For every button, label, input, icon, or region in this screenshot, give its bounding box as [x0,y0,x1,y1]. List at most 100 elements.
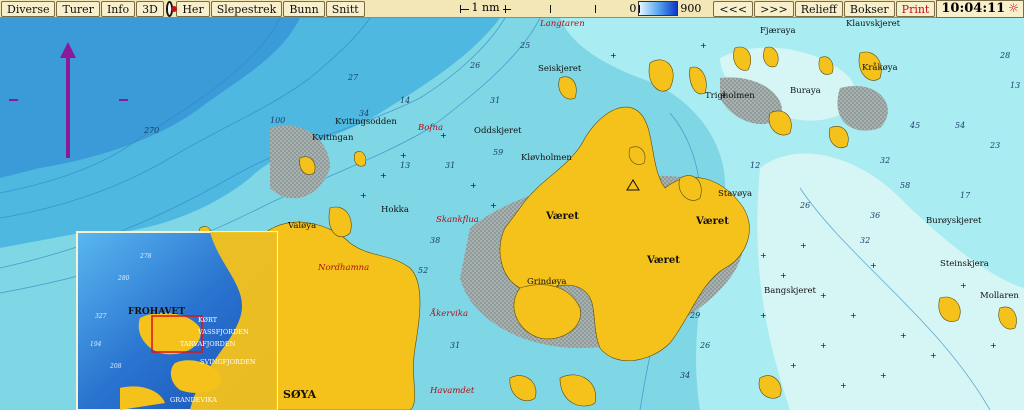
inset-label-vassfjorden: VASSFJORDEN [197,328,249,336]
label-grindoya: Grindøya [527,277,566,287]
bunn-button[interactable]: Bunn [283,0,325,17]
svg-text:26: 26 [699,341,710,350]
label-bangskjeret: Bangskjeret [764,286,817,296]
label-varet-3: Været [646,255,680,266]
svg-text:270: 270 [143,126,159,135]
svg-text:+: + [490,201,497,210]
label-buraya: Buraya [790,86,821,96]
svg-text:+: + [360,191,367,200]
svg-text:+: + [780,271,787,280]
svg-text:34: 34 [359,109,369,118]
label-bofna: Bofna [417,123,443,133]
svg-text:+: + [930,351,937,360]
label-klovholmen: Kløvholmen [521,153,572,163]
svg-text:+: + [820,341,827,350]
svg-text:+: + [850,311,857,320]
svg-text:52: 52 [418,266,428,275]
svg-text:32: 32 [880,156,890,165]
label-buroyskjeret: Burøyskjeret [926,216,982,226]
svg-text:+: + [700,41,707,50]
svg-text:36: 36 [870,211,880,220]
label-klauvskjeret: Klauvskjeret [846,19,901,29]
label-stavoya: Stavøya [718,189,752,199]
relief-button[interactable]: Relieff [794,0,843,17]
inset-label-frohavet: FROHAVET [128,307,185,317]
svg-text:+: + [900,331,907,340]
svg-text:+: + [870,261,877,270]
label-seiskjeret: Seiskjeret [538,64,582,74]
label-havamdet: Havamdet [429,386,475,396]
3d-button[interactable]: 3D [136,0,164,17]
inset-label-tarvafjorden: TARVAFJORDEN [180,340,236,348]
svg-text:+: + [790,361,797,370]
svg-text:23: 23 [989,141,1000,150]
svg-text:+: + [800,241,807,250]
svg-text:27: 27 [347,73,359,82]
svg-text:59: 59 [493,148,503,157]
info-button[interactable]: Info [100,0,136,17]
label-valoya: Valøya [287,221,316,231]
label-krakoya: Kråkøya [862,61,898,73]
depth-legend: 0 900 [629,1,701,16]
svg-text:208: 208 [109,363,122,370]
label-akervika: Åkervika [429,307,468,319]
svg-text:29: 29 [689,311,700,320]
svg-text:14: 14 [400,96,410,105]
svg-text:100: 100 [270,116,285,125]
her-button[interactable]: Her [176,0,210,17]
svg-text:54: 54 [955,121,965,130]
svg-text:12: 12 [750,161,760,170]
svg-text:+: + [470,181,477,190]
label-varet-2: Været [695,216,729,227]
label-kvitingsodden: Kvitingsodden [335,117,397,127]
svg-text:13: 13 [1010,81,1020,90]
label-nordhamna: Nordhamna [317,263,369,273]
svg-text:31: 31 [490,96,500,105]
label-trigholmen: Trigholmen [705,91,755,101]
svg-text:32: 32 [860,236,870,245]
compass-icon[interactable] [165,0,178,17]
boxes-button[interactable]: Bokser [843,0,895,17]
label-soya: SØYA [283,388,317,401]
svg-text:+: + [760,251,767,260]
prev-button[interactable]: <<< [713,0,754,17]
svg-text:31: 31 [445,161,455,170]
diverse-button[interactable]: Diverse [1,0,56,17]
depth-min-label: 0 [629,2,637,15]
turer-button[interactable]: Turer [56,0,100,17]
svg-text:45: 45 [909,121,920,130]
label-kvitingan: Kvitingan [312,133,354,143]
label-mollaren: Mollaren [980,291,1019,301]
snitt-button[interactable]: Snitt [325,0,365,17]
svg-text:+: + [610,51,617,60]
svg-text:+: + [820,291,827,300]
clock-display: 10:04:11 ☼ [936,0,1024,18]
inset-label-kort: KØRT [198,316,218,324]
svg-text:28: 28 [999,51,1010,60]
nautical-chart[interactable]: +++ +++ +++ +++ +++ +++ +++ +++ Langtare… [0,18,1024,410]
scale-label: 1 nm [468,0,503,14]
print-button[interactable]: Print [895,0,936,17]
next-button[interactable]: >>> [754,0,794,17]
slepestrek-button[interactable]: Slepestrek [210,0,283,17]
svg-text:194: 194 [90,341,102,348]
svg-text:+: + [960,281,967,290]
label-steinskjera: Steinskjera [940,259,989,269]
label-hokka: Hokka [381,205,409,215]
inset-label-grandevika: GRANDEVIKA [170,396,217,404]
svg-text:+: + [880,371,887,380]
sun-icon[interactable]: ☼ [1008,1,1019,16]
svg-text:26: 26 [469,61,480,70]
svg-text:58: 58 [900,181,910,190]
svg-text:34: 34 [680,371,690,380]
svg-text:17: 17 [960,191,971,200]
label-varet-1: Været [545,211,579,222]
overview-inset[interactable]: FROHAVET KØRT VASSFJORDEN TARVAFJORDEN S… [76,231,278,410]
toolbar: Diverse Turer Info 3D Her Slepestrek Bun… [0,0,1024,18]
depth-max-label: 900 [680,2,702,15]
svg-text:+: + [840,381,847,390]
label-oddskjeret: Oddskjeret [474,126,522,136]
inset-label-svingfjorden: SVINGFJORDEN [200,358,256,366]
svg-text:280: 280 [117,275,130,282]
svg-text:+: + [990,341,997,350]
